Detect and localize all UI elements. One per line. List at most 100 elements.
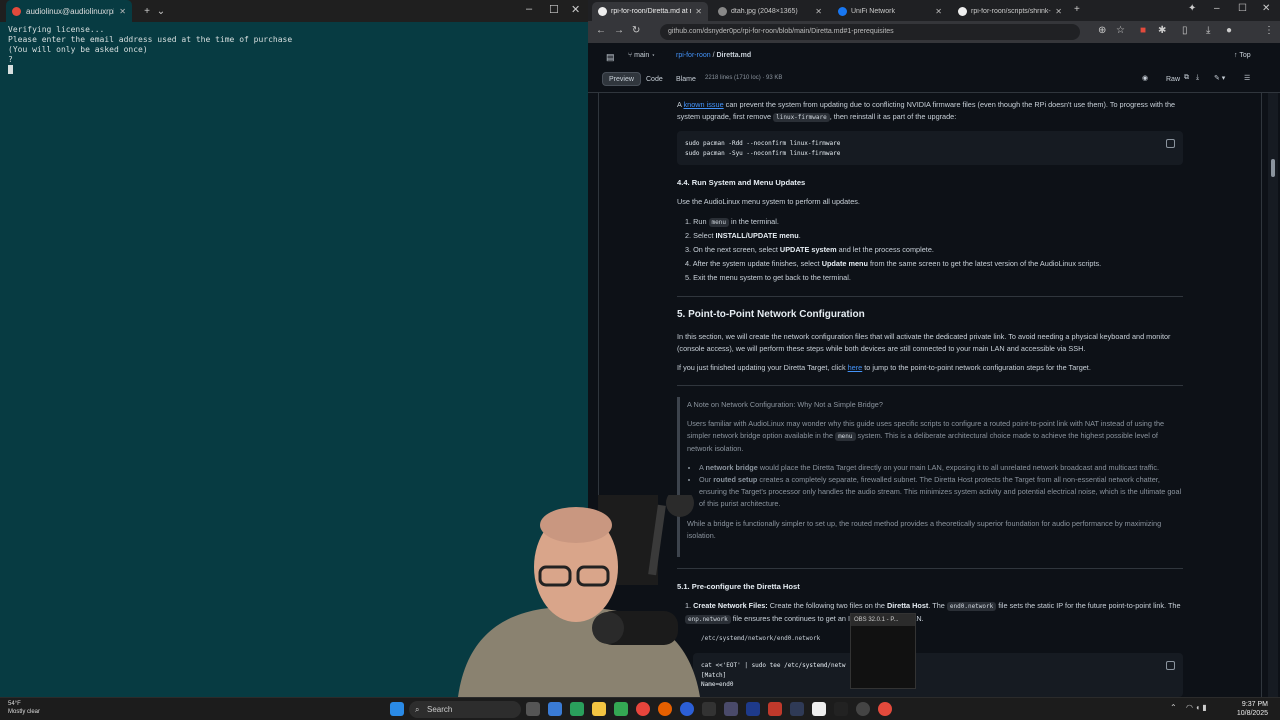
firefox-icon[interactable] bbox=[658, 702, 672, 716]
minimize-icon[interactable]: – bbox=[526, 3, 532, 15]
close-icon[interactable]: ✕ bbox=[935, 7, 942, 16]
puzzle-icon[interactable]: ✱ bbox=[1158, 25, 1166, 36]
browser-tab[interactable]: UniFi Network ✕ bbox=[832, 2, 948, 21]
new-tab-icon[interactable]: + bbox=[1074, 4, 1080, 15]
close-icon[interactable]: ✕ bbox=[1055, 7, 1062, 16]
download-icon[interactable]: ⤓ bbox=[1206, 25, 1210, 36]
edit-icon[interactable]: ✎ ▾ bbox=[1214, 74, 1225, 82]
browser-tab-label: rpi-for-roon/Diretta.md at mai bbox=[611, 8, 691, 15]
outline-icon[interactable]: ☰ bbox=[1244, 74, 1250, 82]
chrome-icon[interactable] bbox=[636, 702, 650, 716]
windows-start-icon[interactable] bbox=[390, 702, 404, 716]
browser-tab-label: rpi-for-roon/scripts/shrink-8 at bbox=[971, 8, 1052, 15]
divider bbox=[677, 296, 1183, 297]
back-icon[interactable]: ← bbox=[596, 25, 606, 36]
github-file-header: ▤ ⑂ main ▾ rpi-for-roon / Diretta.md ↑ T… bbox=[588, 43, 1280, 93]
raw-button[interactable]: Raw bbox=[1160, 73, 1186, 87]
github-icon bbox=[598, 7, 607, 16]
browser-tab[interactable]: rpi-for-roon/Diretta.md at mai ✕ bbox=[592, 2, 708, 21]
here-link[interactable]: here bbox=[848, 363, 863, 372]
browser-tab[interactable]: rpi-for-roon/scripts/shrink-8 at ✕ bbox=[952, 2, 1068, 21]
obs-label: OBS 32.0.1 - P... bbox=[851, 614, 915, 626]
close-window-icon[interactable]: ✕ bbox=[571, 3, 580, 16]
file-explorer-icon[interactable] bbox=[592, 702, 606, 716]
profile-icon[interactable]: ● bbox=[1226, 25, 1232, 36]
bookmark-star-icon[interactable]: ☆ bbox=[1116, 25, 1125, 36]
close-window-icon[interactable]: ✕ bbox=[1262, 3, 1270, 14]
tab-preview[interactable]: Preview bbox=[602, 72, 641, 86]
scrollbar-thumb[interactable] bbox=[1271, 159, 1275, 177]
zoom-icon[interactable] bbox=[680, 702, 694, 716]
app-icon[interactable] bbox=[834, 702, 848, 716]
vscode-icon[interactable] bbox=[746, 702, 760, 716]
list-item: 1. Run menu in the terminal. bbox=[685, 217, 779, 227]
search-box[interactable]: ⌕ Search bbox=[409, 701, 521, 718]
split-icon[interactable]: ▯ bbox=[1182, 25, 1188, 36]
app-icon[interactable] bbox=[724, 702, 738, 716]
scrollbar[interactable] bbox=[1268, 93, 1278, 697]
copy-icon[interactable]: ⧉ bbox=[1184, 74, 1189, 82]
note-title: A Note on Network Configuration: Why Not… bbox=[687, 400, 883, 409]
tab-code[interactable]: Code bbox=[640, 73, 669, 87]
app-icon[interactable] bbox=[790, 702, 804, 716]
browser-tab-label: dtah.jpg (2048×1365) bbox=[731, 8, 798, 15]
app-icon[interactable] bbox=[768, 702, 782, 716]
tab-blame[interactable]: Blame bbox=[670, 73, 702, 87]
breadcrumb-repo[interactable]: rpi-for-roon bbox=[676, 52, 711, 59]
breadcrumb: rpi-for-roon / Diretta.md bbox=[676, 52, 752, 59]
copilot-icon[interactable]: ◉ bbox=[1142, 74, 1148, 82]
weather-widget[interactable]: 54°F Mostly clear bbox=[8, 700, 40, 716]
terminal-line: Please enter the email address used at t… bbox=[8, 35, 293, 44]
file-path: /etc/systemd/network/end0.network bbox=[701, 635, 821, 642]
list-item: 3. On the next screen, select UPDATE sys… bbox=[685, 245, 934, 254]
new-tab-icon[interactable]: + bbox=[140, 6, 154, 17]
obs-preview[interactable]: OBS 32.0.1 - P... bbox=[850, 613, 916, 689]
terminal-tab[interactable]: audiolinux@audiolinuxrpi4:~ ✕ bbox=[6, 0, 132, 22]
widgets-icon[interactable] bbox=[570, 702, 584, 716]
extension-icon[interactable]: ■ bbox=[1140, 25, 1146, 36]
chevron-down-icon[interactable]: ⌄ bbox=[154, 6, 168, 17]
divider bbox=[677, 385, 1183, 386]
unifi-icon bbox=[838, 7, 847, 16]
download-icon[interactable]: ⤓ bbox=[1196, 74, 1199, 82]
close-icon[interactable]: ✕ bbox=[119, 7, 126, 16]
terminal-icon[interactable] bbox=[702, 702, 716, 716]
app-icon[interactable] bbox=[812, 702, 826, 716]
sidebar-toggle-icon[interactable]: ▤ bbox=[606, 52, 615, 63]
reload-icon[interactable]: ↻ bbox=[632, 25, 640, 36]
copy-icon[interactable] bbox=[1166, 661, 1175, 670]
paragraph: In this section, we will create the netw… bbox=[677, 332, 1171, 353]
file-meta: 2218 lines (1710 loc) · 93 KB bbox=[705, 75, 783, 81]
obs-icon[interactable] bbox=[856, 702, 870, 716]
menu-icon[interactable]: ⋮ bbox=[1264, 25, 1274, 36]
copilot-icon[interactable] bbox=[548, 702, 562, 716]
taskbar: 54°F Mostly clear ⌕ Search ⌃ ◠ ◖ ▮ 9:37 … bbox=[0, 697, 1280, 720]
install-icon[interactable]: ⊕ bbox=[1098, 25, 1106, 36]
paragraph: Use the AudioLinux menu system to perfor… bbox=[677, 197, 860, 206]
maximize-icon[interactable]: ☐ bbox=[1238, 3, 1247, 14]
wifi-icon[interactable]: ◠ ◖ ▮ bbox=[1186, 703, 1207, 712]
list-item: 4. After the system update finishes, sel… bbox=[685, 259, 1102, 268]
clock[interactable]: 9:37 PM 10/8/2025 bbox=[1237, 700, 1268, 718]
list-item: 2. Select INSTALL/UPDATE menu. bbox=[685, 231, 801, 240]
known-issue-link[interactable]: known issue bbox=[684, 100, 724, 109]
app-icon[interactable] bbox=[878, 702, 892, 716]
forward-icon[interactable]: → bbox=[614, 25, 624, 36]
browser-tab[interactable]: dtah.jpg (2048×1365) ✕ bbox=[712, 2, 828, 21]
minimize-icon[interactable]: – bbox=[1214, 3, 1220, 14]
maximize-icon[interactable]: ☐ bbox=[549, 3, 559, 16]
close-icon[interactable]: ✕ bbox=[815, 7, 822, 16]
branch-selector[interactable]: ⑂ main ▾ bbox=[622, 49, 662, 63]
top-button[interactable]: ↑ Top bbox=[1234, 52, 1251, 59]
terminal-tab-title: audiolinux@audiolinuxrpi4:~ bbox=[26, 6, 114, 16]
heading-5: 5. Point-to-Point Network Configuration bbox=[677, 309, 865, 320]
sparkle-icon[interactable]: ✦ bbox=[1188, 3, 1196, 14]
app-icon[interactable] bbox=[614, 702, 628, 716]
address-bar[interactable]: github.com/dsnyder0pc/rpi-for-roon/blob/… bbox=[660, 24, 1080, 40]
tray-chevron-icon[interactable]: ⌃ bbox=[1170, 703, 1177, 712]
close-icon[interactable]: ✕ bbox=[695, 7, 702, 16]
task-view-icon[interactable] bbox=[526, 702, 540, 716]
copy-icon[interactable] bbox=[1166, 139, 1175, 148]
note-bullet: Our routed setup creates a completely se… bbox=[699, 474, 1183, 510]
image-icon bbox=[718, 7, 727, 16]
